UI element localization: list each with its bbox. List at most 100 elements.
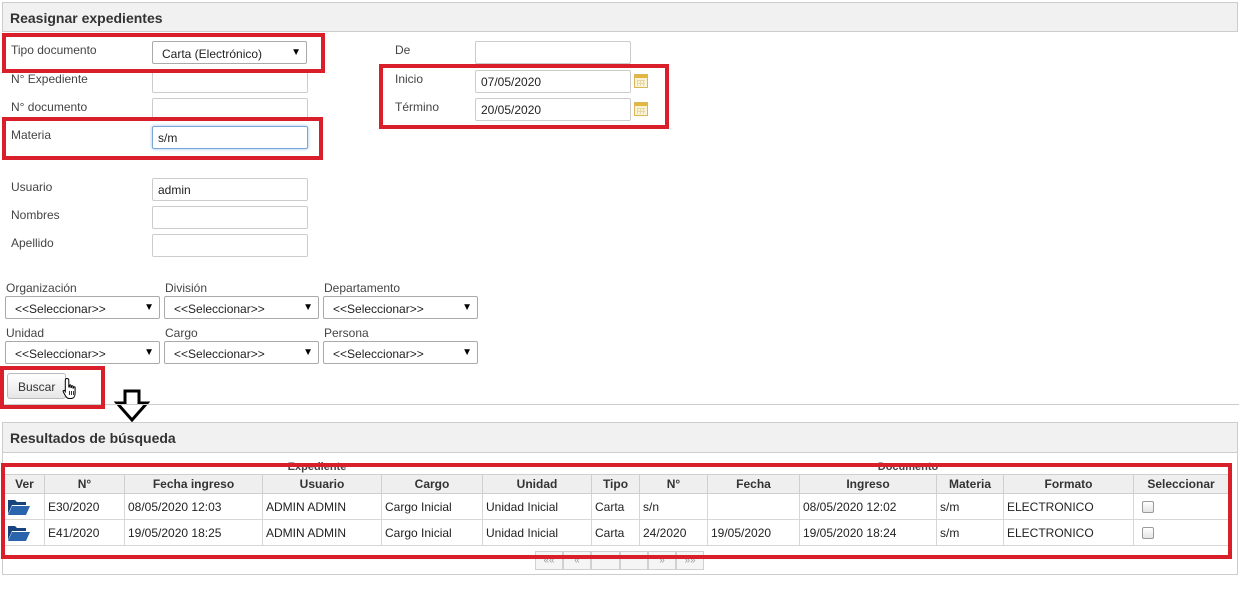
col-unidad[interactable]: Unidad (482, 474, 592, 494)
cell-unidad: Unidad Inicial (482, 519, 592, 546)
col-fecha[interactable]: Fecha (707, 474, 800, 494)
calendar-icon[interactable] (634, 74, 648, 88)
col-ingreso[interactable]: Ingreso (799, 474, 937, 494)
group-header-expediente: Expediente (287, 461, 347, 473)
results-panel-header: Resultados de búsqueda (2, 422, 1238, 453)
apellido-label: Apellido (11, 236, 54, 250)
nombres-input[interactable] (152, 206, 308, 229)
chevron-down-icon: ▼ (291, 47, 301, 58)
cell-seleccionar (1133, 493, 1229, 520)
col-formato[interactable]: Formato (1003, 474, 1134, 494)
organizacion-label: Organización (6, 281, 77, 295)
pager-page-button[interactable] (620, 551, 648, 570)
tipo-documento-select[interactable]: Carta (Electrónico) ▼ (152, 41, 307, 64)
n-documento-input[interactable] (152, 98, 308, 121)
col-tipo[interactable]: Tipo (591, 474, 640, 494)
cell-numero-expediente: E41/2020 (44, 519, 125, 546)
organizacion-select[interactable]: <<Seleccionar>> ▼ (5, 296, 160, 319)
cargo-value: <<Seleccionar>> (174, 347, 265, 361)
ver-cell[interactable] (4, 493, 45, 520)
cell-formato: ELECTRONICO (1003, 493, 1134, 520)
ver-cell[interactable] (4, 519, 45, 546)
calendar-icon[interactable] (634, 102, 648, 116)
col-cargo[interactable]: Cargo (381, 474, 483, 494)
col-fecha-ingreso[interactable]: Fecha ingreso (124, 474, 263, 494)
nombres-label: Nombres (11, 208, 60, 222)
col-materia[interactable]: Materia (936, 474, 1004, 494)
col-numero-expediente[interactable]: N° (44, 474, 125, 494)
chevron-down-icon: ▼ (303, 347, 313, 358)
select-checkbox[interactable] (1142, 501, 1154, 514)
hand-pointer-icon (62, 377, 76, 399)
table-row: E41/2020 19/05/2020 18:25 ADMIN ADMIN Ca… (4, 519, 1229, 546)
organizacion-value: <<Seleccionar>> (15, 302, 106, 316)
n-expediente-input[interactable] (152, 70, 308, 93)
cell-tipo: Carta (591, 493, 640, 520)
n-expediente-label: N° Expediente (11, 72, 88, 86)
unidad-select[interactable]: <<Seleccionar>> ▼ (5, 341, 160, 364)
persona-label: Persona (324, 326, 369, 340)
cell-cargo: Cargo Inicial (381, 493, 483, 520)
col-ver[interactable]: Ver (4, 474, 45, 494)
materia-label: Materia (11, 128, 52, 142)
unidad-value: <<Seleccionar>> (15, 347, 106, 361)
pager-page-button[interactable] (591, 551, 620, 570)
section-divider (0, 404, 1239, 405)
buscar-button[interactable]: Buscar (7, 373, 67, 399)
cell-ingreso: 08/05/2020 12:02 (799, 493, 937, 520)
persona-select[interactable]: <<Seleccionar>> ▼ (323, 341, 478, 364)
cell-usuario: ADMIN ADMIN (262, 493, 382, 520)
select-checkbox[interactable] (1142, 527, 1154, 540)
reassign-panel-header: Reasignar expedientes (2, 2, 1238, 32)
col-seleccionar[interactable]: Seleccionar (1133, 474, 1229, 494)
chevron-down-icon: ▼ (303, 302, 313, 313)
group-header-documento: Documento (877, 461, 939, 473)
results-header-row: Ver N° Fecha ingreso Usuario Cargo Unida… (4, 474, 1229, 494)
pager-next-button[interactable]: » (648, 551, 676, 570)
pager-first-button[interactable]: «« (535, 551, 563, 570)
chevron-down-icon: ▼ (144, 302, 154, 313)
n-documento-label: N° documento (11, 100, 88, 114)
termino-date-input[interactable]: 20/05/2020 (475, 98, 631, 121)
usuario-label: Usuario (11, 180, 53, 194)
cell-fecha (707, 493, 800, 520)
usuario-input[interactable]: admin (152, 178, 308, 201)
departamento-select[interactable]: <<Seleccionar>> ▼ (323, 296, 478, 319)
cell-seleccionar (1133, 519, 1229, 546)
termino-label: Término (395, 100, 440, 114)
chevron-down-icon: ▼ (144, 347, 154, 358)
cargo-label: Cargo (165, 326, 198, 340)
cell-tipo: Carta (591, 519, 640, 546)
cell-materia: s/m (936, 519, 1004, 546)
cell-fecha-ingreso: 19/05/2020 18:25 (124, 519, 263, 546)
inicio-label: Inicio (395, 72, 424, 86)
cell-materia: s/m (936, 493, 1004, 520)
cargo-select[interactable]: <<Seleccionar>> ▼ (164, 341, 319, 364)
results-panel-title: Resultados de búsqueda (10, 430, 176, 446)
cell-unidad: Unidad Inicial (482, 493, 592, 520)
de-label: De (395, 43, 411, 57)
inicio-date-input[interactable]: 07/05/2020 (475, 70, 631, 93)
chevron-down-icon: ▼ (462, 347, 472, 358)
pager-last-button[interactable]: »» (676, 551, 704, 570)
apellido-input[interactable] (152, 234, 308, 257)
cell-formato: ELECTRONICO (1003, 519, 1134, 546)
departamento-value: <<Seleccionar>> (333, 302, 424, 316)
de-input[interactable] (475, 41, 631, 64)
col-numero-documento[interactable]: N° (639, 474, 708, 494)
folder-open-icon[interactable] (7, 524, 31, 542)
materia-input[interactable]: s/m (152, 126, 308, 149)
pager-prev-button[interactable]: « (563, 551, 591, 570)
cell-ingreso: 19/05/2020 18:24 (799, 519, 937, 546)
unidad-label: Unidad (6, 326, 45, 340)
reassign-panel-title: Reasignar expedientes (10, 10, 163, 26)
departamento-label: Departamento (324, 281, 401, 295)
division-select[interactable]: <<Seleccionar>> ▼ (164, 296, 319, 319)
division-value: <<Seleccionar>> (174, 302, 265, 316)
cell-fecha-ingreso: 08/05/2020 12:03 (124, 493, 263, 520)
folder-open-icon[interactable] (7, 498, 31, 516)
col-usuario[interactable]: Usuario (262, 474, 382, 494)
arrow-down-icon (114, 389, 150, 422)
table-row: E30/2020 08/05/2020 12:03 ADMIN ADMIN Ca… (4, 493, 1229, 520)
results-table: Ver N° Fecha ingreso Usuario Cargo Unida… (4, 474, 1229, 546)
